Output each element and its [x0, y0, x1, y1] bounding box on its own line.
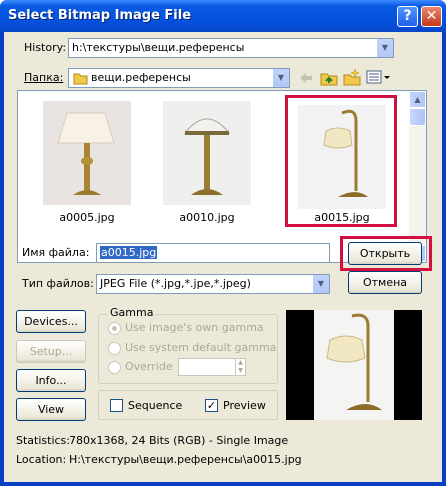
dialog-window: Select Bitmap Image File ? ✕ History: h:…: [0, 0, 446, 486]
folder-value: вещи.референсы: [91, 71, 191, 84]
up-folder-icon[interactable]: [320, 70, 338, 86]
statistics-value: 780x1368, 24 Bits (RGB) - Single Image: [69, 434, 289, 447]
override-gamma-spinner[interactable]: ▲ ▼: [178, 358, 246, 376]
filetype-combo[interactable]: JPEG File (*.jpg,*.jpe,*.jpeg) ▼: [96, 274, 330, 294]
setup-button[interactable]: Setup...: [16, 340, 86, 363]
filetype-label: Тип файлов:: [22, 277, 94, 290]
file-name: a0010.jpg: [179, 211, 235, 224]
statistics-label: Statistics:: [16, 434, 70, 447]
help-button[interactable]: ?: [397, 6, 418, 27]
lamp-image-icon: [183, 118, 231, 195]
chevron-down-icon[interactable]: ▼: [272, 69, 289, 87]
view-button[interactable]: View: [16, 398, 86, 421]
filename-value: a0015.jpg: [100, 246, 158, 259]
chevron-down-icon[interactable]: ▼: [312, 275, 329, 293]
title-bar[interactable]: Select Bitmap Image File ? ✕: [0, 0, 446, 32]
history-value: h:\текстуры\вещи.референсы: [72, 41, 245, 54]
lamp-image-icon: [57, 112, 115, 195]
open-button-highlight: [340, 236, 432, 271]
spinner-arrows-icon[interactable]: ▲ ▼: [235, 359, 245, 375]
devices-button[interactable]: Devices...: [16, 310, 86, 333]
history-combo[interactable]: h:\текстуры\вещи.референсы ▼: [68, 38, 394, 58]
cancel-button[interactable]: Отмена: [348, 271, 422, 294]
filename-label: Имя файла:: [22, 246, 90, 259]
use-image-gamma-radio[interactable]: [108, 322, 121, 335]
window-title: Select Bitmap Image File: [8, 8, 192, 23]
sequence-checkbox[interactable]: [110, 399, 123, 412]
scroll-thumb[interactable]: [409, 108, 426, 126]
image-preview: [286, 310, 422, 420]
thumbnail-a0010[interactable]: [163, 101, 251, 205]
use-system-gamma-label: Use system default gamma: [125, 341, 277, 354]
preview-label: Preview: [223, 399, 266, 412]
thumbnail-a0005[interactable]: [43, 101, 131, 205]
chevron-down-icon[interactable]: ▼: [376, 39, 393, 57]
dialog-client: History: h:\текстуры\вещи.референсы ▼ Па…: [4, 32, 442, 482]
sequence-label: Sequence: [128, 399, 183, 412]
use-image-gamma-label: Use image's own gamma: [125, 321, 264, 334]
history-label: History:: [24, 41, 67, 54]
filename-input[interactable]: a0015.jpg: [96, 243, 330, 263]
folder-label: Папка:: [24, 71, 64, 84]
filetype-value: JPEG File (*.jpg,*.jpe,*.jpeg): [100, 277, 251, 290]
close-button[interactable]: ✕: [421, 6, 442, 27]
gamma-group-title: Gamma: [108, 306, 156, 319]
folder-combo[interactable]: вещи.референсы ▼: [68, 68, 290, 88]
back-icon[interactable]: [298, 71, 314, 85]
info-button[interactable]: Info...: [16, 369, 86, 392]
view-menu-icon[interactable]: [366, 70, 390, 84]
location-value: H:\текстуры\вещи.референсы\a0015.jpg: [69, 453, 302, 466]
folder-icon: [73, 73, 88, 85]
new-folder-icon[interactable]: [343, 68, 361, 86]
scroll-up-icon[interactable]: ▲: [409, 91, 426, 108]
location-label: Location:: [16, 453, 67, 466]
file-name: a0005.jpg: [59, 211, 115, 224]
selection-highlight: [285, 95, 397, 227]
override-gamma-radio[interactable]: [108, 361, 121, 374]
lamp-preview-icon: [314, 310, 394, 420]
use-system-gamma-radio[interactable]: [108, 342, 121, 355]
preview-checkbox[interactable]: ✓: [205, 399, 218, 412]
override-gamma-label: Override: [125, 360, 173, 373]
